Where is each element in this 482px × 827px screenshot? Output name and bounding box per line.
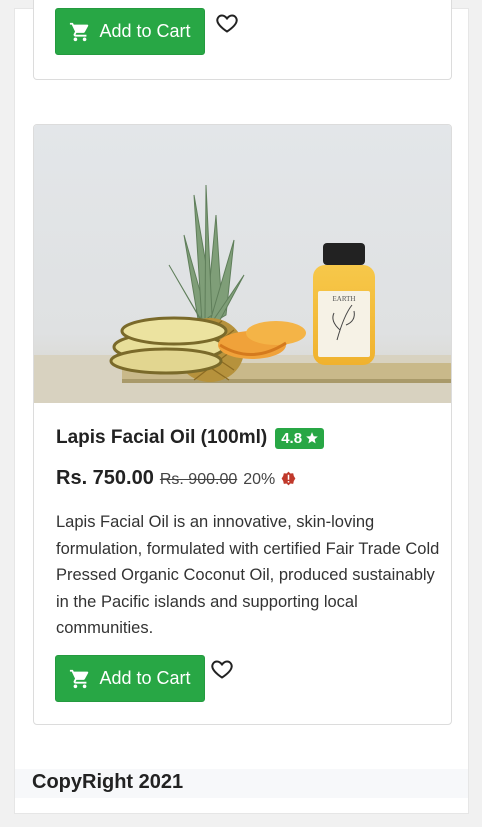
rating-badge: 4.8	[275, 427, 325, 449]
add-to-cart-label: Add to Cart	[99, 668, 191, 688]
wishlist-heart-icon[interactable]	[210, 657, 236, 683]
copyright-text: CopyRight 2021	[32, 771, 184, 793]
add-to-cart-label: Add to Cart	[99, 21, 191, 41]
current-price: Rs. 750.00	[56, 467, 154, 489]
product-card-previous: Add to Cart	[33, 0, 452, 80]
product-card[interactable]: EARTH Lapis Facial Oil (100ml) 4.8 Rs. 7…	[33, 124, 452, 725]
rating-value: 4.8	[281, 429, 303, 447]
add-to-cart-button-previous[interactable]: Add to Cart	[55, 8, 205, 55]
price-row: Rs. 750.00 Rs. 900.00 20%	[56, 467, 296, 490]
bottle-label-text: EARTH	[333, 295, 356, 303]
cart-icon	[70, 22, 89, 41]
product-description: Lapis Facial Oil is an innovative, skin-…	[56, 513, 440, 637]
product-image[interactable]: EARTH	[34, 125, 451, 403]
cart-icon	[70, 669, 89, 688]
star-icon	[306, 432, 318, 444]
wishlist-heart-icon-previous[interactable]	[215, 11, 241, 37]
original-price: Rs. 900.00	[159, 471, 238, 488]
product-photo: EARTH	[34, 125, 451, 403]
product-title-row: Lapis Facial Oil (100ml) 4.8	[56, 427, 325, 449]
heart-icon	[211, 660, 233, 679]
alert-icon	[281, 471, 296, 486]
page-container: Add to Cart EARTH Lapis Facial Oil (100m…	[14, 0, 469, 814]
add-to-cart-button[interactable]: Add to Cart	[55, 655, 205, 702]
heart-icon	[216, 14, 238, 33]
discount-percent: 20%	[243, 471, 276, 488]
product-title[interactable]: Lapis Facial Oil (100ml)	[56, 427, 267, 449]
footer: CopyRight 2021	[15, 769, 468, 798]
